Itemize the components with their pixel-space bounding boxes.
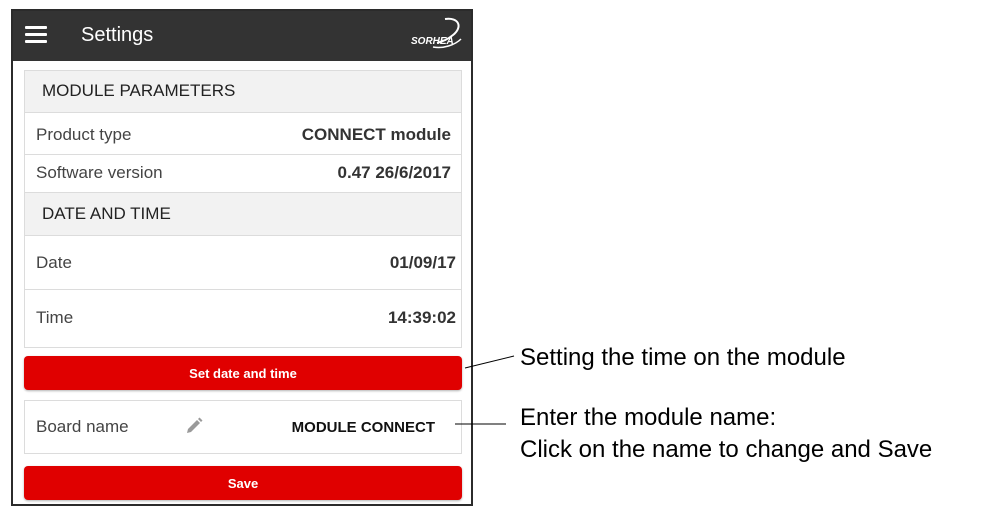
annotation-set-time: Setting the time on the module: [520, 344, 846, 371]
annotation-module-name-line1: Enter the module name:: [520, 404, 777, 431]
leader-line-set-time: [464, 355, 515, 369]
annotation-module-name-line2: Click on the name to change and Save: [520, 436, 933, 463]
